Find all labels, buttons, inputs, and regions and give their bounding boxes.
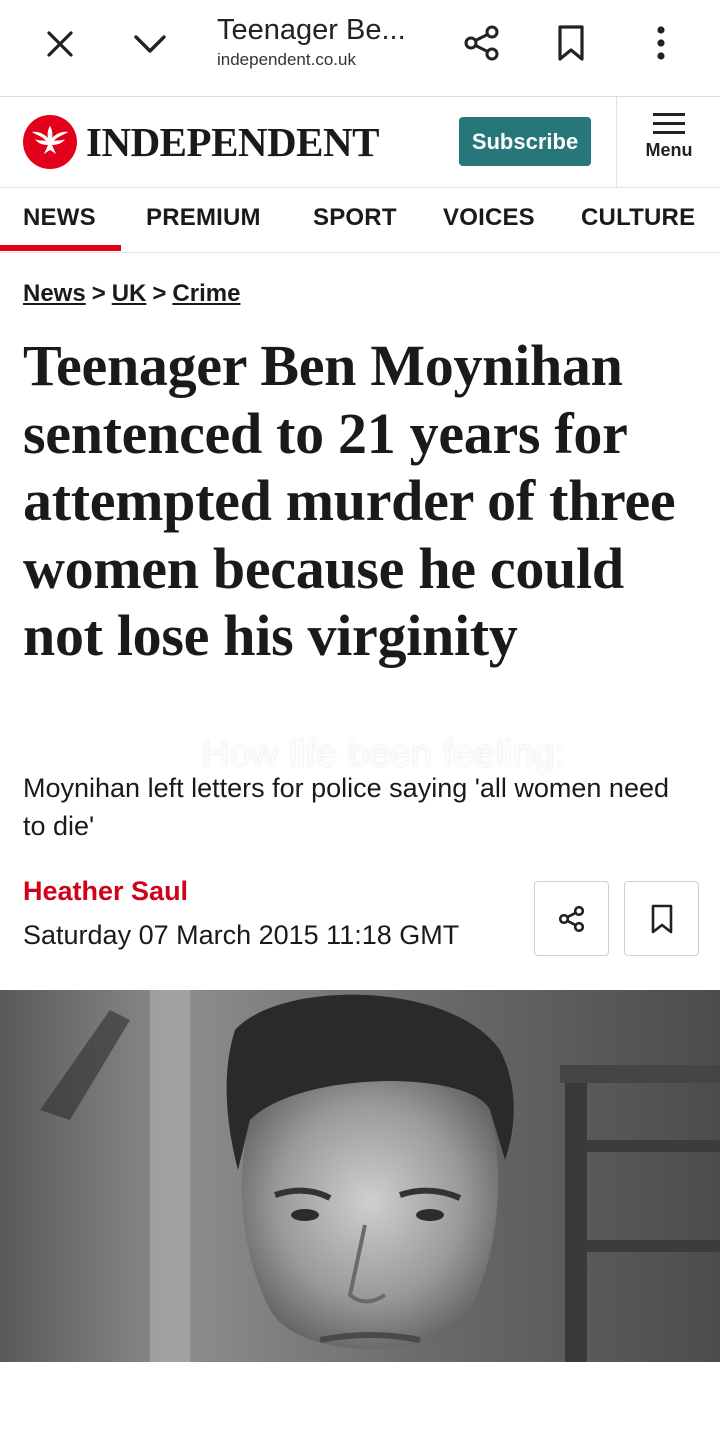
- menu-icon: [653, 113, 685, 134]
- chevron-down-icon[interactable]: [128, 22, 172, 66]
- article-photo: [0, 990, 720, 1362]
- video-caption-overlay: How life been feeling:: [202, 733, 566, 775]
- publish-date: Saturday 07 March 2015 11:18 GMT: [23, 920, 460, 950]
- bookmark-icon: [651, 904, 672, 933]
- nav-item-culture[interactable]: CULTURE: [581, 188, 695, 252]
- active-nav-indicator: [0, 245, 121, 251]
- breadcrumb-news[interactable]: News: [23, 280, 86, 307]
- menu-button[interactable]: Menu: [630, 113, 708, 173]
- page-title-area[interactable]: Teenager Be... independent.co.uk: [217, 12, 437, 70]
- article-headline: Teenager Ben Moynihan sentenced to 21 ye…: [23, 333, 676, 668]
- url-text: independent.co.uk: [217, 50, 356, 69]
- nav-item-sport[interactable]: SPORT: [313, 188, 397, 252]
- breadcrumb-uk[interactable]: UK: [112, 280, 147, 307]
- article-standfirst: Moynihan left letters for police saying …: [23, 773, 669, 841]
- tab-title: Teenager Be...: [217, 14, 406, 46]
- share-icon: [558, 905, 584, 932]
- subscribe-button[interactable]: Subscribe: [459, 117, 591, 166]
- breadcrumb-separator: >: [91, 280, 106, 307]
- share-icon[interactable]: [459, 20, 505, 66]
- breadcrumb-separator: >: [152, 280, 167, 307]
- author-name[interactable]: Heather Saul: [23, 876, 188, 907]
- close-icon[interactable]: [38, 22, 82, 66]
- article-bookmark-button[interactable]: [624, 881, 699, 956]
- site-logo[interactable]: INDEPENDENT: [22, 114, 379, 170]
- independent-eagle-logo: [23, 115, 77, 169]
- section-nav: NEWS PREMIUM SPORT VOICES CULTURE: [0, 188, 720, 253]
- site-header: INDEPENDENT Subscribe Menu: [0, 97, 720, 188]
- header-divider: [616, 97, 617, 187]
- nav-item-voices[interactable]: VOICES: [443, 188, 535, 252]
- nav-item-news[interactable]: NEWS: [23, 188, 96, 252]
- article-share-button[interactable]: [534, 881, 609, 956]
- bookmark-icon[interactable]: [548, 20, 594, 66]
- browser-toolbar: Teenager Be... independent.co.uk: [0, 0, 720, 97]
- nav-item-premium[interactable]: PREMIUM: [146, 188, 261, 252]
- breadcrumb-crime[interactable]: Crime: [172, 280, 240, 307]
- breadcrumb: News > UK > Crime: [23, 280, 240, 308]
- more-vert-icon[interactable]: [638, 20, 684, 66]
- logo-wordmark: INDEPENDENT: [86, 119, 379, 165]
- menu-label: Menu: [645, 140, 693, 160]
